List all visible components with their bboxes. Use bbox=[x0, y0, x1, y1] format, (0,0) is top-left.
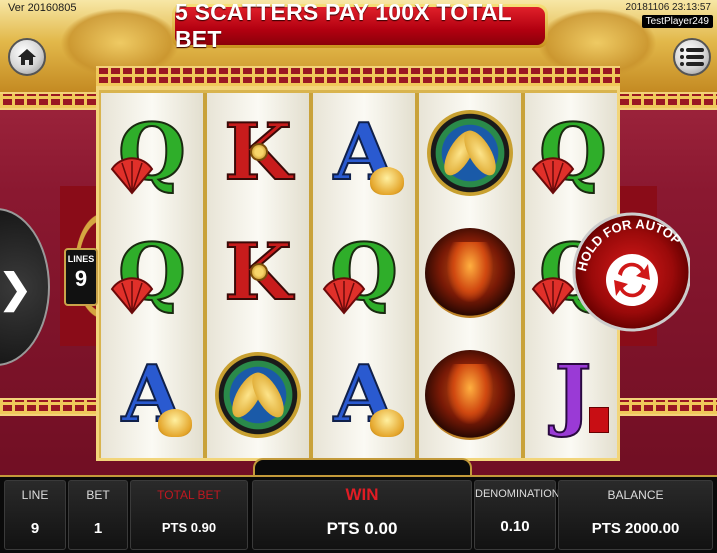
bet-label: BET bbox=[86, 488, 110, 502]
lines-label: LINES bbox=[67, 254, 95, 264]
bet-cell[interactable]: BET 1 bbox=[68, 480, 128, 550]
version-label: Ver 20160805 bbox=[8, 2, 77, 14]
fan-icon bbox=[322, 277, 366, 315]
meander-right-top bbox=[617, 92, 717, 110]
gold-ingot-icon bbox=[370, 167, 404, 195]
fan-icon bbox=[531, 277, 575, 315]
symbol-letter: J bbox=[554, 349, 593, 440]
win-cell: WIN PTS 0.00 bbox=[252, 480, 472, 550]
denomination-label: DENOMINATION bbox=[475, 488, 560, 500]
symbol-k: K bbox=[210, 217, 306, 329]
reel-2: K K bbox=[207, 93, 309, 458]
home-button[interactable] bbox=[8, 38, 46, 76]
datetime-label: 20181106 23:13:57 bbox=[625, 2, 711, 13]
koi-medallion-icon bbox=[215, 352, 301, 438]
chevron-right-icon: ❯ bbox=[0, 267, 32, 311]
player-name: TestPlayer249 bbox=[641, 15, 713, 28]
reel-3: A Q A bbox=[313, 93, 415, 458]
lines-value: 9 bbox=[74, 266, 88, 291]
game-stage: Ver 20160805 20181106 23:13:57 TestPlaye… bbox=[0, 0, 717, 553]
home-icon bbox=[18, 49, 36, 65]
symbol-q: Q bbox=[104, 97, 200, 209]
symbol-phoenix bbox=[422, 217, 518, 329]
line-cell[interactable]: LINE 9 bbox=[4, 480, 66, 550]
symbol-q: Q bbox=[104, 217, 200, 329]
denomination-cell[interactable]: DENOMINATION 0.10 bbox=[474, 480, 560, 550]
menu-icon bbox=[680, 48, 704, 66]
bet-value: 1 bbox=[93, 520, 103, 537]
gold-ingot-icon bbox=[158, 409, 192, 437]
promo-banner: 5 SCATTERS PAY 100X TOTAL BET bbox=[172, 0, 548, 52]
win-label: WIN bbox=[345, 485, 379, 504]
symbol-k: K bbox=[210, 97, 306, 209]
phoenix-medallion-icon bbox=[425, 228, 515, 318]
symbol-q: Q bbox=[316, 217, 412, 329]
fan-icon bbox=[110, 277, 154, 315]
autoplay-spin-button[interactable]: HOLD FOR AUTOPLAY bbox=[570, 192, 690, 352]
meander-left-top bbox=[0, 92, 100, 110]
red-envelope-icon bbox=[589, 407, 609, 433]
meander-top-frame bbox=[96, 66, 620, 88]
meander-left-bottom bbox=[0, 398, 100, 416]
symbol-a: A bbox=[104, 339, 200, 451]
win-value: PTS 0.00 bbox=[326, 519, 398, 538]
lines-badge: LINES 9 bbox=[64, 248, 98, 306]
reel-1: Q Q A bbox=[101, 93, 203, 458]
coin-icon bbox=[250, 143, 268, 161]
koi-medallion-icon bbox=[427, 110, 513, 196]
phoenix-medallion-icon bbox=[425, 350, 515, 440]
line-label: LINE bbox=[21, 488, 49, 502]
symbol-j: J bbox=[525, 339, 621, 451]
gold-ingot-icon bbox=[370, 409, 404, 437]
balance-label: BALANCE bbox=[607, 488, 664, 502]
symbol-phoenix bbox=[422, 339, 518, 451]
meander-right-bottom bbox=[617, 398, 717, 416]
reel-4 bbox=[419, 93, 521, 458]
line-value: 9 bbox=[30, 520, 40, 537]
symbol-koi bbox=[422, 97, 518, 209]
coin-icon bbox=[250, 263, 268, 281]
reel-frame: Q Q A K bbox=[96, 87, 620, 461]
refresh-icon bbox=[606, 254, 658, 306]
denomination-value: 0.10 bbox=[500, 518, 530, 535]
balance-cell: BALANCE PTS 2000.00 bbox=[558, 480, 713, 550]
promo-banner-text: 5 SCATTERS PAY 100X TOTAL BET bbox=[175, 0, 545, 52]
balance-value: PTS 2000.00 bbox=[591, 520, 680, 537]
menu-button[interactable] bbox=[673, 38, 711, 76]
fan-icon bbox=[531, 157, 575, 195]
total-bet-value: PTS 0.90 bbox=[161, 520, 217, 535]
total-bet-cell: TOTAL BET PTS 0.90 bbox=[130, 480, 248, 550]
symbol-a: A bbox=[316, 97, 412, 209]
symbol-a: A bbox=[316, 339, 412, 451]
total-bet-label: TOTAL BET bbox=[157, 488, 221, 502]
fan-icon bbox=[110, 157, 154, 195]
next-arrow-button[interactable]: ❯ bbox=[0, 208, 50, 366]
symbol-koi bbox=[210, 339, 306, 451]
